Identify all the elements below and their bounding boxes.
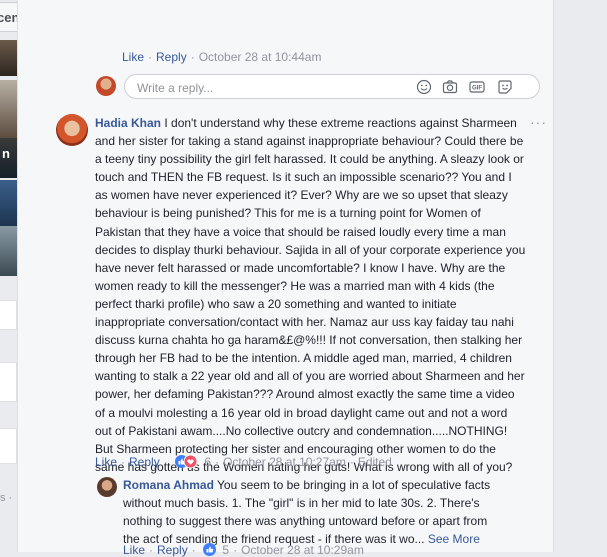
photo-thumbnail[interactable]: [0, 180, 17, 226]
left-panel-box: [0, 300, 17, 330]
comment-text: I don't understand why these extreme rea…: [95, 116, 526, 474]
prev-comment-actions: Like · Reply · October 28 at 10:44am: [122, 49, 322, 64]
left-panel-box: [0, 362, 17, 402]
thumbnail-label: n: [2, 146, 10, 161]
photo-thumbnail[interactable]: [0, 80, 17, 138]
comment-body: Hadia Khan I don't understand why these …: [95, 114, 527, 476]
sticker-icon[interactable]: [497, 79, 513, 95]
reply-link[interactable]: Reply: [157, 543, 188, 557]
reply-body: Romana Ahmad You seem to be bringing in …: [123, 476, 493, 548]
avatar[interactable]: [56, 114, 88, 146]
photo-thumbnail[interactable]: [0, 40, 17, 76]
avatar[interactable]: [97, 477, 117, 497]
see-more-link[interactable]: See More: [428, 532, 480, 546]
photo-thumbnail[interactable]: n: [0, 138, 17, 178]
gif-icon[interactable]: GIF: [469, 79, 485, 95]
comment-timestamp[interactable]: October 28 at 10:44am: [199, 50, 322, 64]
camera-icon[interactable]: [442, 79, 458, 95]
like-link[interactable]: Like: [95, 455, 117, 469]
avatar[interactable]: [96, 76, 116, 96]
main-comment-actions: Like · Reply · 6 · October 28 at 10:27am · Edit…: [95, 454, 392, 469]
comment-author[interactable]: Romana Ahmad: [123, 478, 214, 492]
comment-timestamp[interactable]: October 28 at 10:27am: [223, 455, 346, 469]
reaction-count[interactable]: 6: [204, 455, 211, 469]
like-reaction-icon[interactable]: [203, 543, 217, 557]
reply-link[interactable]: Reply: [129, 455, 160, 469]
left-partial-label: s ·: [0, 492, 13, 504]
emoji-icon[interactable]: [416, 79, 432, 95]
left-panel-box: [0, 428, 17, 464]
reactions-summary[interactable]: [175, 455, 199, 469]
love-reaction-icon: [184, 455, 198, 469]
reply-link[interactable]: Reply: [156, 50, 187, 64]
reply-input[interactable]: [135, 78, 409, 97]
comment-author[interactable]: Hadia Khan: [95, 116, 161, 130]
like-link[interactable]: Like: [122, 50, 144, 64]
reply-comment-actions: Like · Reply · 5 · October 28 at 10:29am: [123, 542, 364, 557]
right-gutter: [554, 0, 607, 552]
reply-composer: GIF: [124, 74, 540, 99]
like-link[interactable]: Like: [123, 543, 145, 557]
reaction-count[interactable]: 5: [222, 543, 229, 557]
comment-options-button[interactable]: ···: [530, 114, 547, 130]
comment-timestamp[interactable]: October 28 at 10:29am: [241, 543, 364, 557]
edited-label[interactable]: Edited: [358, 455, 392, 469]
photo-thumbnail[interactable]: [0, 226, 17, 276]
svg-text:GIF: GIF: [472, 86, 482, 92]
